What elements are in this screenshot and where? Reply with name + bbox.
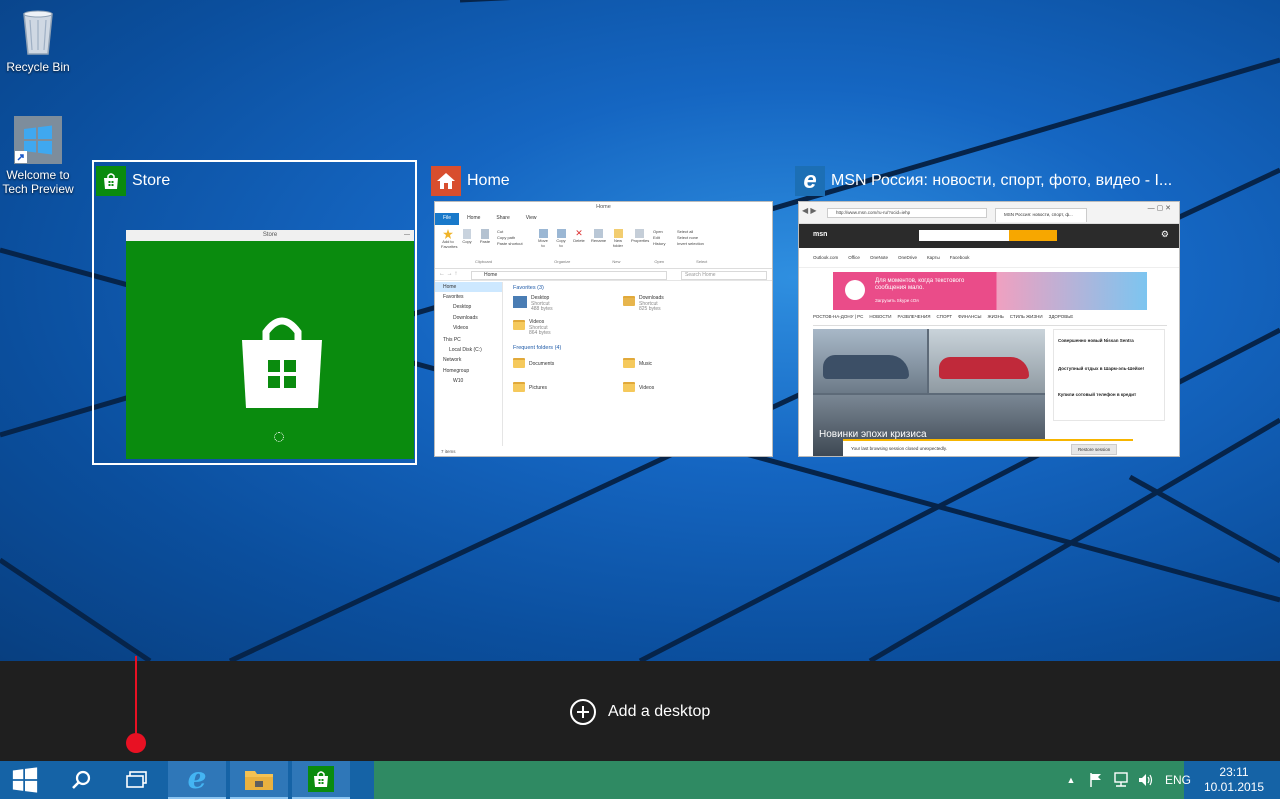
annotation-pointer-line <box>135 656 137 738</box>
flag-icon <box>1090 773 1101 787</box>
restore-session-button[interactable]: Restore session <box>1071 444 1118 455</box>
side-news: Совершенно новый Nissan Sentra Доступный… <box>1053 329 1165 421</box>
search-icon <box>72 770 91 789</box>
volume-icon <box>1139 774 1153 786</box>
add-icon <box>570 699 596 725</box>
store-button[interactable] <box>292 761 350 799</box>
network-icon <box>1114 772 1128 787</box>
msn-header: msn ⚙ <box>799 224 1179 248</box>
annotation-pointer-dot <box>126 733 146 753</box>
tab-share[interactable]: Share <box>488 213 517 225</box>
task-view-window-home[interactable]: Home Home Add to Favorites Copy Paste Cu… <box>431 165 773 457</box>
add-desktop-button[interactable]: Add a desktop <box>570 699 710 725</box>
store-thumbnail: Store — <box>126 230 414 459</box>
chevron-up-icon: ▲ <box>1066 775 1076 785</box>
session-notification-bar: Your last browsing session closed unexpe… <box>843 439 1133 456</box>
window-title: MSN Россия: новости, спорт, фото, видео … <box>831 172 1173 189</box>
store-titlebar: Store — <box>126 230 414 241</box>
explorer-navigation-pane: Home Favorites Desktop Downloads Videos … <box>435 282 503 446</box>
windows-logo-icon <box>12 767 38 793</box>
internet-explorer-icon: e <box>187 761 207 796</box>
file-explorer-icon <box>431 166 461 196</box>
clock-time: 23:11 <box>1219 765 1249 779</box>
internet-explorer-icon: e <box>795 166 825 196</box>
explorer-titlebar: Home <box>435 202 772 213</box>
clock-date: 10.01.2015 <box>1203 780 1265 794</box>
input-language-button[interactable]: ENG <box>1162 761 1194 799</box>
recycle-bin-label: Recycle Bin <box>6 60 70 74</box>
file-explorer-icon <box>245 771 273 790</box>
explorer-status-bar: 7 items <box>441 449 456 454</box>
window-header: e MSN Россия: новости, спорт, фото, виде… <box>795 165 1172 197</box>
store-titlebar-label: Store <box>262 232 278 238</box>
clock[interactable]: 23:11 10.01.2015 <box>1194 765 1274 795</box>
tab-file[interactable]: File <box>435 213 460 225</box>
show-hidden-icons-button[interactable]: ▲ <box>1062 761 1080 799</box>
windows-shortcut-icon <box>14 116 62 164</box>
window-header: Store <box>96 165 170 197</box>
loading-spinner-icon <box>274 432 284 442</box>
tab-view[interactable]: View <box>518 213 545 225</box>
explorer-address-bar: ← → ↑ Home Search Home <box>435 269 772 281</box>
store-icon <box>308 766 334 792</box>
search-button[interactable] <box>56 761 106 799</box>
skype-ad: Для моментов, когда текстового сообщения… <box>833 272 1147 310</box>
task-view-icon <box>126 771 147 788</box>
msn-links: Outlook.com Office OneNote OneDrive Карт… <box>799 248 1179 268</box>
file-explorer-button[interactable] <box>230 761 288 799</box>
task-view-bar: Add a desktop <box>0 661 1280 761</box>
msn-nav: РОСТОВ-НА-ДОНУ | РС НОВОСТИ РАЗВЛЕЧЕНИЯ СПО… <box>813 314 1167 326</box>
task-view-window-msn[interactable]: e MSN Россия: новости, спорт, фото, виде… <box>795 165 1180 457</box>
news-hero: Новинки эпохи кризиса <box>813 329 1045 456</box>
volume-button[interactable] <box>1136 761 1156 799</box>
tab-home[interactable]: Home <box>459 213 488 225</box>
explorer-title: Home <box>596 204 611 210</box>
recycle-bin-icon <box>23 10 53 55</box>
start-button[interactable] <box>0 761 50 799</box>
window-header: Home <box>431 165 510 197</box>
task-view-button[interactable] <box>112 761 162 799</box>
welcome-tech-preview-shortcut[interactable]: Welcome to Tech Preview <box>0 116 76 196</box>
explorer-thumbnail: Home Add to Favorites Copy Paste Cut Copy… <box>434 201 773 457</box>
action-center-button[interactable] <box>1086 761 1106 799</box>
explorer-ribbon-tabs: File Home Share View <box>435 213 545 225</box>
store-icon <box>96 166 126 196</box>
network-button[interactable] <box>1110 761 1132 799</box>
add-desktop-label: Add a desktop <box>608 703 711 720</box>
explorer-content: Favorites (3) Desktop Shortcut 488 bytes D… <box>505 282 772 446</box>
welcome-shortcut-label: Welcome to Tech Preview <box>2 168 74 196</box>
browser-toolbar: ◀ ▶ http://www.msn.com/ru-ru/?ocid=iehp … <box>799 202 1179 224</box>
internet-explorer-button[interactable]: e <box>168 761 226 799</box>
window-title: Store <box>132 172 171 189</box>
store-bag-icon <box>242 317 322 408</box>
window-title: Home <box>467 172 510 189</box>
taskbar: e ▲ ENG 23:11 10.01.2015 <box>0 761 1280 799</box>
recycle-bin-shortcut[interactable]: Recycle Bin <box>0 6 76 74</box>
browser-thumbnail: ◀ ▶ http://www.msn.com/ru-ru/?ocid=iehp … <box>798 201 1180 457</box>
task-view-window-store[interactable]: Store Store — <box>96 165 414 461</box>
